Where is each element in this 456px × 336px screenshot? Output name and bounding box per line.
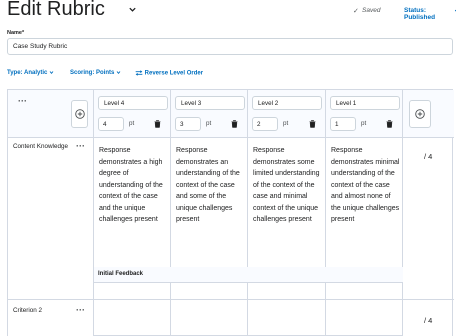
criterion-1-score: / 4 (424, 152, 433, 161)
page-title: Edit Rubric (7, 0, 105, 20)
criterion-1-level-3-description[interactable]: Response demonstrates an understanding o… (176, 145, 246, 226)
rubric-name-input[interactable]: Case Study Rubric (7, 38, 453, 55)
title-chevron-down-icon[interactable] (128, 5, 137, 14)
trash-icon[interactable] (231, 120, 238, 128)
level-4-points-input[interactable]: 4 (98, 117, 124, 131)
level-3-points-input[interactable]: 3 (175, 117, 201, 131)
criterion-1-more-options-icon[interactable]: ··· (76, 141, 85, 151)
criterion-1-level-4-description[interactable]: Response demonstrates a high degree of u… (99, 145, 169, 226)
trash-icon[interactable] (154, 120, 161, 128)
criterion-1-level-2-description[interactable]: Response demonstrates some limited under… (253, 145, 323, 226)
level-2-points-input[interactable]: 2 (252, 117, 278, 131)
trash-icon[interactable] (309, 120, 316, 128)
level-1-name-input[interactable]: Level 1 (330, 96, 400, 110)
level-4-name-input[interactable]: Level 4 (98, 96, 168, 110)
rubric-options: Type: Analytic Scoring: Points Reverse L… (7, 70, 307, 80)
swap-arrows-icon (135, 70, 143, 76)
type-dropdown[interactable]: Type: Analytic (7, 70, 54, 76)
criterion-2-name[interactable]: Criterion 2 (13, 307, 68, 315)
feedback-header-cover: Initial Feedback (94, 267, 403, 282)
level-2-name-input[interactable]: Level 2 (252, 96, 322, 110)
publish-status-dropdown[interactable]: Status: Published (404, 7, 453, 21)
chevron-down-icon (49, 71, 54, 74)
level-3-name-input[interactable]: Level 3 (175, 96, 245, 110)
add-level-left-button[interactable] (71, 100, 88, 128)
scoring-dropdown[interactable]: Scoring: Points (70, 70, 121, 76)
grid-line (94, 282, 403, 283)
criterion-1-level-1-description[interactable]: Response demonstrates minimal understand… (331, 145, 401, 226)
criteria-more-options-icon[interactable]: ··· (18, 96, 27, 106)
rubric-table: ··· Level 4 4 pt Level 3 3 pt Level 2 2 … (7, 89, 454, 336)
points-unit-label: pt (206, 120, 212, 127)
add-level-right-button[interactable] (409, 100, 431, 128)
reverse-level-order-button[interactable]: Reverse Level Order (135, 70, 203, 77)
initial-feedback-text: Initial Feedback (98, 271, 144, 277)
chevron-down-icon (116, 71, 121, 74)
add-column-icon (75, 109, 85, 119)
level-1-points-input[interactable]: 1 (330, 117, 356, 131)
trash-icon[interactable] (386, 120, 393, 128)
points-unit-label: pt (361, 120, 367, 127)
type-label: Type: Analytic (7, 70, 48, 77)
criterion-1-name[interactable]: Content Knowledge (13, 143, 68, 151)
row-divider (8, 299, 454, 300)
scoring-label: Scoring: Points (70, 70, 115, 77)
saved-status: Saved (362, 7, 381, 14)
points-unit-label: pt (129, 120, 135, 127)
criterion-2-more-options-icon[interactable]: ··· (76, 305, 85, 315)
reverse-level-order-label: Reverse Level Order (144, 70, 204, 77)
add-column-icon (415, 109, 425, 119)
page-header: Edit Rubric ✓ Saved Status: Published (7, 0, 456, 24)
criterion-2-score: / 4 (424, 316, 433, 325)
points-unit-label: pt (283, 120, 289, 127)
check-icon: ✓ (353, 8, 359, 15)
name-label: Name* (7, 30, 25, 36)
